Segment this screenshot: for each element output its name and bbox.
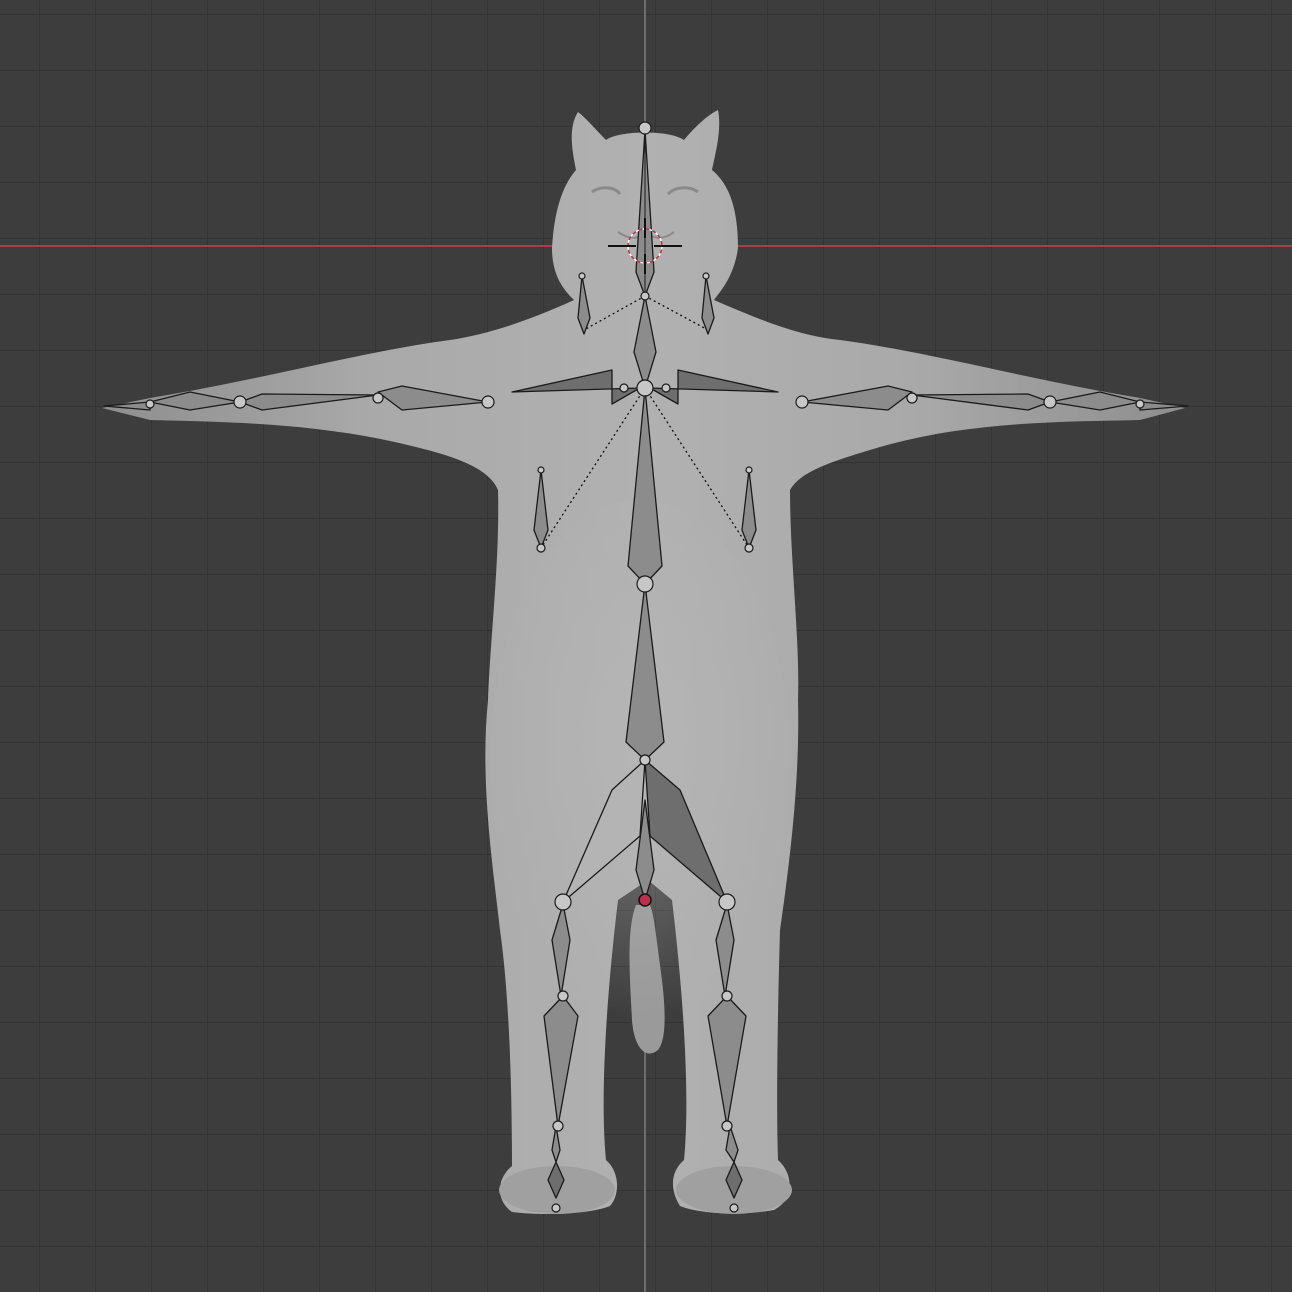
joint-knee-left[interactable]	[557, 990, 569, 1002]
joint-hip-right[interactable]	[718, 893, 736, 911]
joint-wrist-right[interactable]	[1043, 395, 1057, 409]
joint-ear-right[interactable]	[702, 272, 710, 280]
joint-forearm-right[interactable]	[906, 392, 918, 404]
origin-point-icon[interactable]	[638, 893, 652, 907]
joint-toe-left[interactable]	[551, 1203, 561, 1213]
joint-hand-right[interactable]	[1135, 399, 1145, 409]
joint-ankle-right[interactable]	[721, 1120, 733, 1132]
viewport-scene	[0, 0, 1292, 1292]
joint-knee-right[interactable]	[721, 990, 733, 1002]
joint-chest-right-top[interactable]	[745, 466, 753, 474]
joint-toe-right[interactable]	[729, 1203, 739, 1213]
3d-viewport[interactable]	[0, 0, 1292, 1292]
joint-shoulder-left[interactable]	[619, 383, 629, 393]
joint-ankle-left[interactable]	[552, 1120, 564, 1132]
joint-spine-mid[interactable]	[636, 575, 654, 593]
joint-chest[interactable]	[636, 379, 654, 397]
joint-chest-left-bottom[interactable]	[536, 543, 546, 553]
joint-chest-left-top[interactable]	[537, 466, 545, 474]
joint-chest-right-bottom[interactable]	[744, 543, 754, 553]
joint-wrist-left[interactable]	[233, 395, 247, 409]
joint-shoulder-right[interactable]	[661, 383, 671, 393]
joint-hand-left[interactable]	[145, 399, 155, 409]
joint-ear-left[interactable]	[578, 272, 586, 280]
joint-head-tip[interactable]	[638, 121, 652, 135]
joint-elbow-left[interactable]	[481, 395, 495, 409]
joint-elbow-right[interactable]	[795, 395, 809, 409]
joint-pelvis[interactable]	[639, 754, 651, 766]
joint-neck[interactable]	[640, 291, 650, 301]
joint-hip-left[interactable]	[554, 893, 572, 911]
joint-forearm-left[interactable]	[372, 392, 384, 404]
